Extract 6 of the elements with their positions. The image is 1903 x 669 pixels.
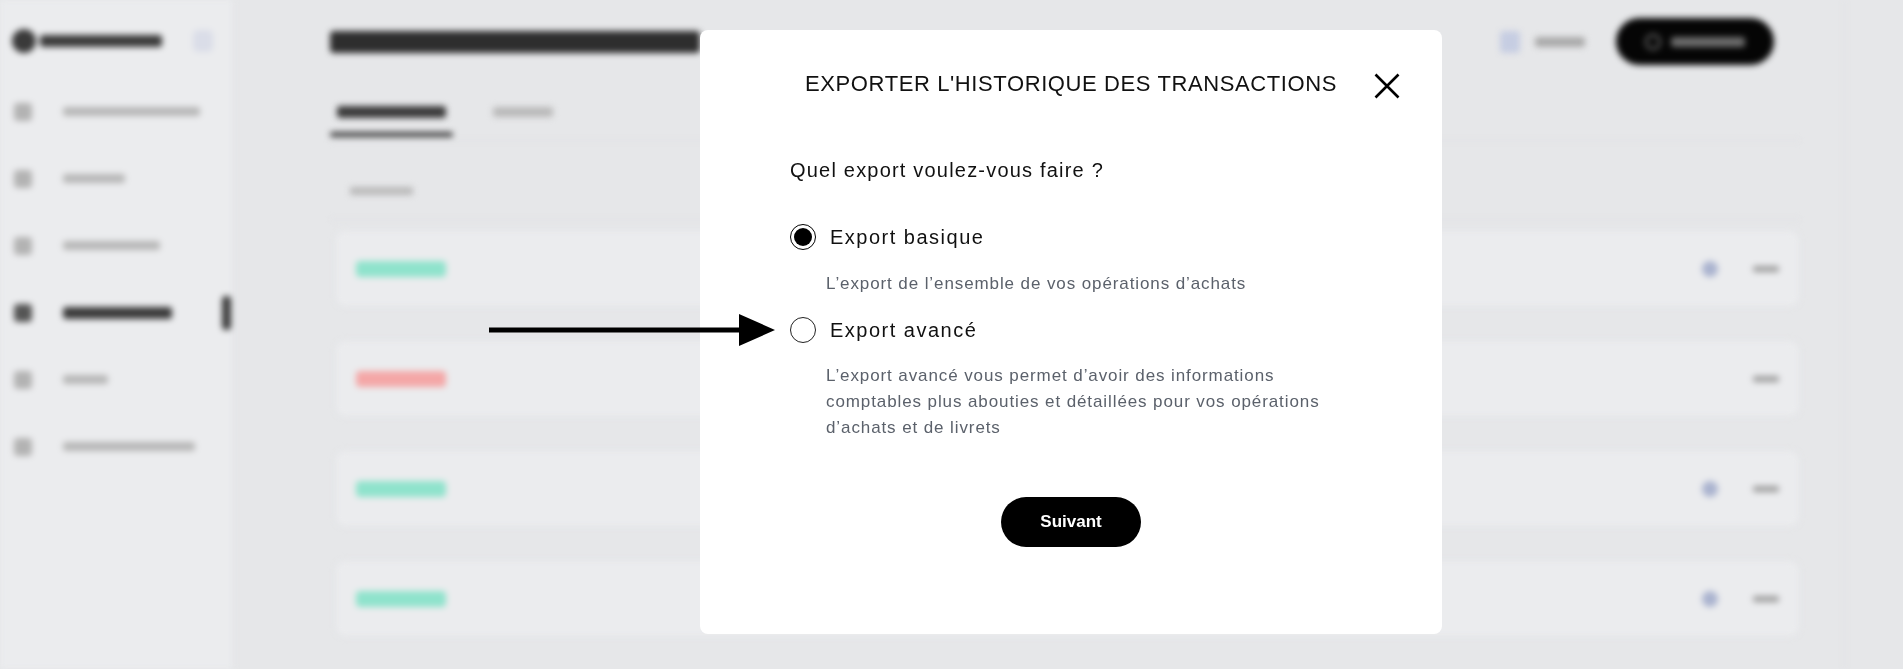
dialog-title: EXPORTER L'HISTORIQUE DES TRANSACTIONS [805, 70, 1337, 98]
radio-label: Export basique [830, 225, 985, 250]
option-description: L’export de l’ensemble de vos opérations d’achats [825, 273, 1248, 295]
radio-label: Export avancé [830, 318, 978, 343]
question-text: Quel export voulez-vous faire ? [790, 158, 1104, 183]
option-description: L’export avancé vous permet d’avoir des informations comptables plus abouties et détaillées pour vos opérations d’achats et de livrets [825, 365, 1321, 439]
